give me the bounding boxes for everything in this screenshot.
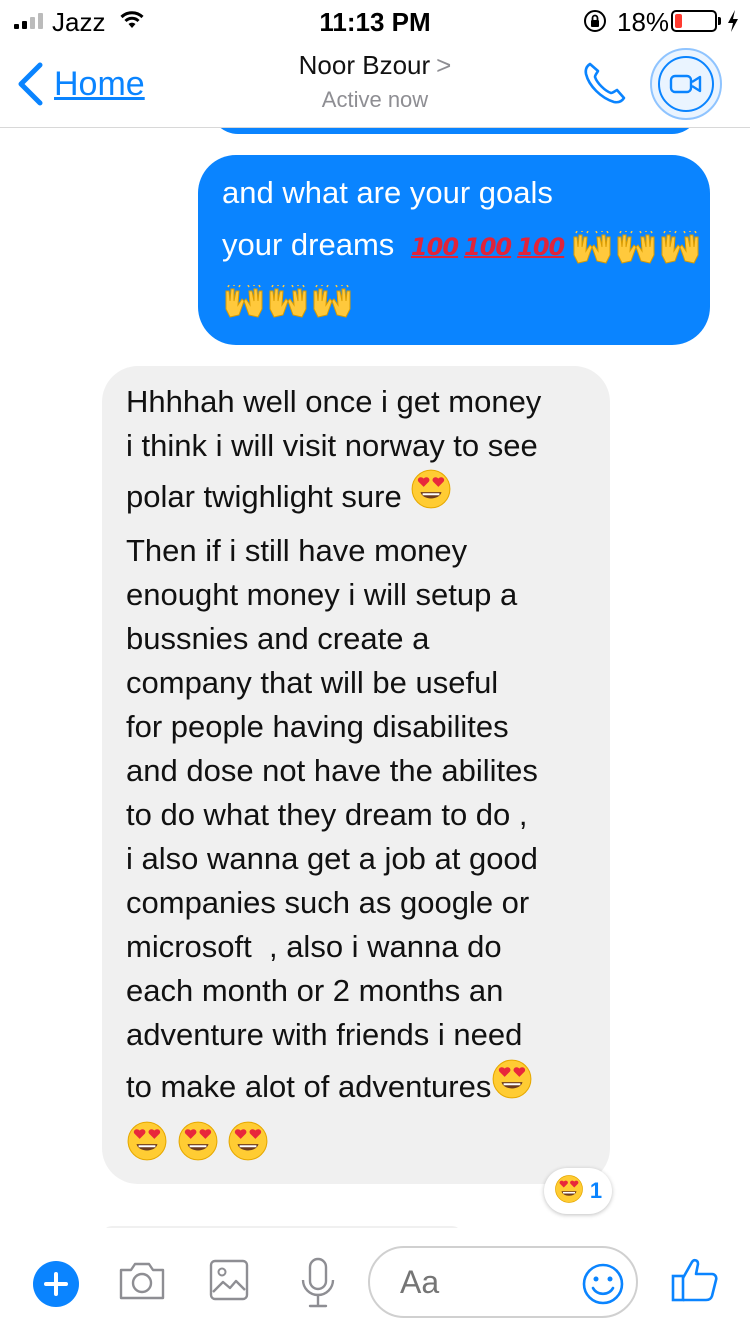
message-line: Then if i still have money [126,533,468,569]
image-icon[interactable] [208,1258,250,1302]
thumbs-up-icon[interactable] [670,1256,720,1304]
heart-eyes-emoji [126,1120,168,1180]
message-line: i think i will visit norway to see [126,428,538,463]
phone-call-icon[interactable] [580,58,630,108]
message-list[interactable]: and what are your goals your dreams 100 1… [0,128,750,1228]
hundred-points-emoji: 100 [410,233,459,261]
message-line: for people having disabilites [126,709,509,745]
hundred-points-emoji: 100 [517,233,565,261]
message-line: and what are your goals [222,175,553,210]
raised-hands-emoji [310,275,354,327]
message-line: your dreams [222,227,395,262]
camera-icon[interactable] [117,1260,167,1302]
incoming-message[interactable]: Hhhhah well once i get money i think i w… [102,366,610,1184]
raised-hands-emoji [266,275,310,327]
battery-level [675,14,682,28]
message-line: adventure with friends i need [126,1017,523,1053]
message-line: microsoft , also i wanna do [126,929,502,965]
message-composer [0,1228,750,1334]
raised-hands-emoji [570,221,614,273]
video-call-button[interactable] [650,48,722,120]
raised-hands-emoji [658,221,702,273]
heart-eyes-emoji [491,1058,533,1120]
heart-eyes-emoji [554,1174,584,1209]
message-line: to do what they dream to do , [126,797,528,833]
previous-outgoing-message[interactable] [210,128,700,134]
message-line: companies such as google or [126,885,530,921]
microphone-icon[interactable] [298,1256,338,1310]
charging-bolt-icon [728,10,738,32]
message-line: bussnies and create a [126,621,430,657]
raised-hands-emoji [222,275,266,327]
smiley-icon[interactable] [581,1262,625,1306]
hundred-points-emoji: 100 [464,233,512,261]
heart-eyes-emoji [410,468,452,529]
chevron-right-icon: > [436,50,452,80]
plus-glyph [44,1272,68,1296]
raised-hands-emoji [614,221,658,273]
message-line: company that will be useful [126,665,499,701]
battery-icon [671,10,721,32]
outgoing-message[interactable]: and what are your goals your dreams 100 1… [198,155,710,345]
message-line: each month or 2 months an [126,973,504,1009]
conversation-header: Home Noor Bzour > Active now [0,40,750,128]
reaction-count: 1 [589,1178,603,1203]
message-line: Hhhhah well once i get money [126,384,542,419]
orientation-lock-icon [584,10,606,32]
message-line: i also wanna get a job at good [126,841,538,877]
message-line: enought money i will setup a [126,577,518,613]
message-line: polar twighlight sure [126,479,402,514]
battery-percentage: 18% [617,7,670,37]
contact-name[interactable]: Noor Bzour [299,50,431,80]
heart-eyes-emoji [177,1120,219,1180]
plus-icon[interactable] [33,1261,79,1307]
active-status: Active now [321,87,429,112]
video-camera-icon [669,74,702,94]
message-line: to make alot of adventures [126,1069,492,1105]
message-reaction[interactable]: 1 [544,1168,612,1214]
contact-info[interactable]: Noor Bzour > Active now [0,50,750,113]
status-bar: Jazz 11:13 PM 18% [0,0,750,40]
message-line: and dose not have the abilites [126,753,538,789]
heart-eyes-emoji [227,1120,269,1180]
